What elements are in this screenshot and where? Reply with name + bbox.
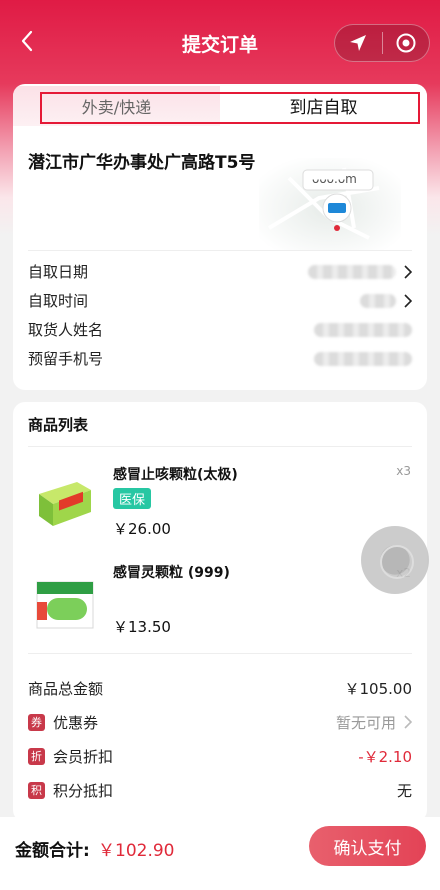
product-price: ￥26.00 <box>113 520 171 538</box>
pickup-time-row[interactable]: 自取时间 <box>28 286 412 315</box>
coupon-value: 暂无可用 <box>335 713 396 732</box>
header: 提交订单 <box>0 0 440 86</box>
product-image <box>33 472 97 530</box>
phone-label: 预留手机号 <box>28 350 104 368</box>
checkout-bar: 金额合计: ￥102.90 确认支付 <box>0 817 440 890</box>
payable-total-value: ￥102.90 <box>98 841 175 861</box>
pickup-date-value <box>308 264 396 279</box>
points-label: 积分抵扣 <box>53 781 114 800</box>
pickup-time-label: 自取时间 <box>28 292 89 310</box>
location-button[interactable] <box>335 25 382 61</box>
product-name: 感冒止咳颗粒(太极) <box>113 467 238 483</box>
location-arrow-icon <box>350 35 367 51</box>
pickup-date-row[interactable]: 自取日期 <box>28 257 412 286</box>
member-discount-value: -￥2.10 <box>358 747 412 766</box>
floating-assistive-ball[interactable] <box>361 526 429 594</box>
receiver-name-row[interactable]: 取货人姓名 <box>28 315 412 344</box>
pickup-card: 外卖/快递 到店自取 潜江市广华办事处广高路T5号 ᴗᴗᴗ.ᴗm 自取日期 自取… <box>13 84 427 390</box>
receiver-name-label: 取货人姓名 <box>28 321 104 339</box>
divider <box>28 446 412 447</box>
phone-row[interactable]: 预留手机号 <box>28 344 412 373</box>
coupon-label: 优惠券 <box>53 713 99 732</box>
store-address: 潜江市广华办事处广高路T5号 <box>28 153 256 173</box>
coupon-row[interactable]: 券 优惠券 暂无可用 <box>28 709 412 735</box>
close-miniprogram-button[interactable] <box>383 25 430 61</box>
delivery-mode-tabs: 外卖/快递 到店自取 <box>13 84 427 126</box>
product-qty: x3 <box>396 464 411 478</box>
pickup-time-value <box>360 293 396 308</box>
points-row: 积 积分抵扣 无 <box>28 777 412 803</box>
divider <box>28 653 412 654</box>
chevron-right-icon <box>404 294 412 308</box>
map-store-label: ᴗᴗᴗ.ᴗm <box>312 172 357 186</box>
chevron-right-icon <box>404 265 412 279</box>
goods-total-label: 商品总金额 <box>28 679 104 698</box>
chevron-right-icon <box>404 715 412 729</box>
product-image <box>33 572 97 630</box>
divider <box>28 250 412 251</box>
tab-delivery[interactable]: 外卖/快递 <box>13 86 220 126</box>
phone-value <box>314 351 412 366</box>
goods-total-value: ￥105.00 <box>344 679 413 698</box>
target-circle-icon <box>396 33 416 53</box>
points-badge-icon: 积 <box>28 781 45 799</box>
pickup-date-label: 自取日期 <box>28 263 89 281</box>
product-card: 商品列表 感冒止咳颗粒(太极) 医保 ￥26.00 x3 感冒灵颗粒 (999)… <box>13 402 427 822</box>
member-discount-label: 会员折扣 <box>53 747 114 766</box>
member-discount-row: 折 会员折扣 -￥2.10 <box>28 743 412 769</box>
miniprogram-capsule <box>334 24 430 62</box>
points-value: 无 <box>396 781 412 800</box>
product-price: ￥13.50 <box>113 618 171 636</box>
product-list-title: 商品列表 <box>28 416 89 434</box>
product-name: 感冒灵颗粒 (999) <box>113 565 230 581</box>
receiver-name-value <box>314 322 412 337</box>
goods-total-row: 商品总金额 ￥105.00 <box>28 675 412 701</box>
discount-badge-icon: 折 <box>28 747 45 765</box>
tab-pickup[interactable]: 到店自取 <box>220 84 427 126</box>
coupon-badge-icon: 券 <box>28 713 45 731</box>
insurance-badge: 医保 <box>113 488 152 509</box>
confirm-pay-button[interactable]: 确认支付 <box>309 826 426 866</box>
payable-total-label: 金额合计: <box>15 841 90 861</box>
